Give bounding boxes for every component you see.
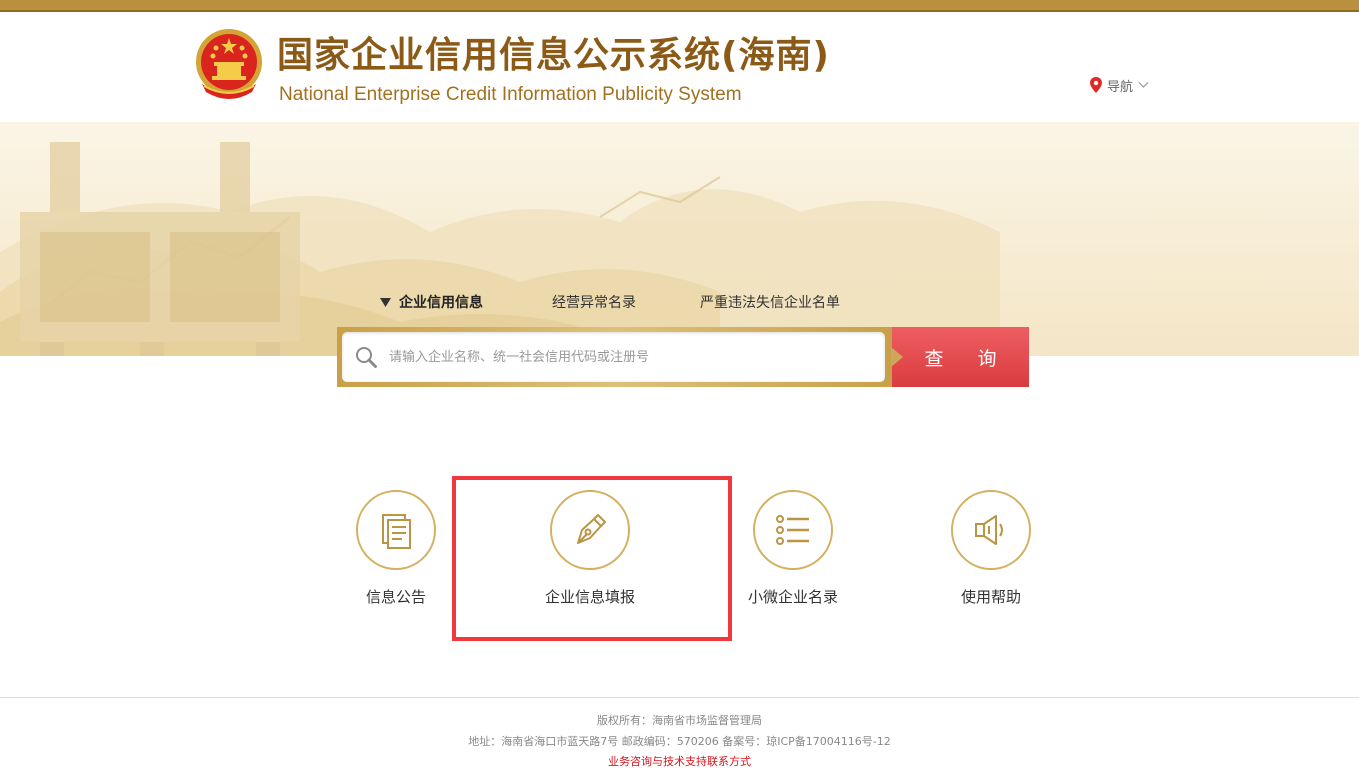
tab-enterprise-credit-info[interactable]: 企业信用信息 [380, 292, 500, 312]
shortcut-usage-help[interactable]: 使用帮助 [911, 490, 1071, 620]
footer-support-link[interactable]: 业务咨询与技术支持联系方式 [0, 753, 1359, 768]
site-subtitle: National Enterprise Credit Information P… [279, 84, 742, 105]
speaker-icon [975, 515, 1003, 545]
page: 国家企业信用信息公示系统(海南) National Enterprise Cre… [0, 0, 1359, 768]
tab-abnormal-operation-list[interactable]: 经营异常名录 [552, 292, 652, 312]
tab-label: 企业信用信息 [399, 295, 483, 311]
highlight-box [452, 476, 732, 641]
shortcut-micro-enterprise-list[interactable]: 小微企业名录 [713, 490, 873, 620]
nav-label: 导航 [1107, 79, 1134, 95]
list-icon [776, 515, 809, 545]
search-field-container [342, 332, 885, 382]
nav-menu-toggle[interactable]: 导航 [1090, 74, 1149, 96]
document-icon [382, 514, 411, 549]
bronze-ding-illustration [20, 142, 300, 356]
banner [0, 122, 1359, 356]
footer-address: 地址：海南省海口市蓝天路7号 邮政编码：570206 备案号：琼ICP备1700… [468, 735, 891, 748]
site-title: 国家企业信用信息公示系统(海南) [277, 35, 830, 76]
chevron-down-icon [1138, 82, 1149, 88]
header: 国家企业信用信息公示系统(海南) National Enterprise Cre… [0, 12, 1359, 122]
national-emblem-icon [196, 29, 262, 99]
search-box [337, 327, 893, 387]
footer: 版权所有：海南省市场监督管理局 地址：海南省海口市蓝天路7号 邮政编码：5702… [0, 697, 1359, 768]
location-pin-icon [1090, 77, 1102, 93]
search-button[interactable]: 查 询 [891, 327, 1029, 387]
footer-copyright: 版权所有：海南省市场监督管理局 [597, 714, 762, 727]
shortcut-label: 使用帮助 [960, 588, 1021, 606]
shortcut-label: 小微企业名录 [747, 588, 838, 606]
shortcut-icon-circle [753, 490, 833, 570]
triangle-down-icon [380, 297, 391, 307]
search-input[interactable] [389, 342, 885, 372]
tab-serious-violation-list[interactable]: 严重违法失信企业名单 [700, 292, 850, 312]
search-icon [356, 347, 377, 368]
shortcut-icon-circle [356, 490, 436, 570]
top-stripe [0, 0, 1359, 12]
shortcut-icon-circle [951, 490, 1031, 570]
